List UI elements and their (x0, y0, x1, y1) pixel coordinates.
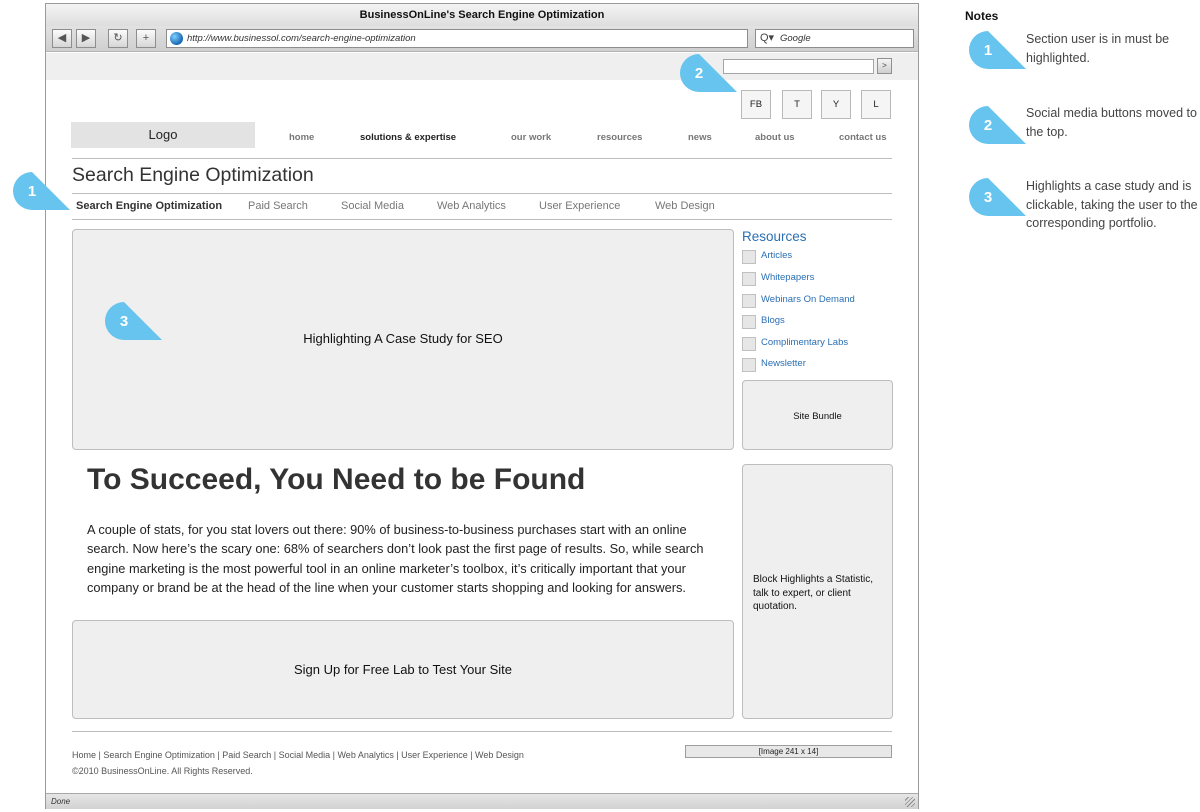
note-text-1: Section user is in must be highlighted. (1026, 32, 1170, 65)
svg-text:3: 3 (120, 313, 128, 330)
globe-icon (170, 32, 183, 45)
back-button[interactable]: ◀ (52, 29, 72, 48)
callout-shape-icon: 1 (969, 31, 1026, 69)
forward-button[interactable]: ▶ (76, 29, 96, 48)
subnav-web-design[interactable]: Web Design (655, 200, 715, 212)
callout-badge-3: 3 (104, 301, 164, 341)
site-bundle-block[interactable]: Site Bundle (742, 380, 893, 450)
subnav-web-analytics[interactable]: Web Analytics (437, 200, 506, 212)
browser-window: BusinessOnLine's Search Engine Optimizat… (45, 3, 919, 809)
resource-link-whitepapers[interactable]: Whitepapers (761, 272, 814, 283)
reload-button[interactable]: ↻ (108, 29, 128, 48)
resource-checkbox[interactable] (742, 358, 756, 372)
divider (72, 731, 892, 732)
headline: To Succeed, You Need to be Found (87, 463, 586, 496)
note-badge-1: 1 (968, 30, 1028, 70)
page-title: Search Engine Optimization (72, 164, 314, 186)
social-linkedin-button[interactable]: L (861, 90, 891, 119)
signup-block[interactable]: Sign Up for Free Lab to Test Your Site (72, 620, 734, 719)
subnav-user-experience[interactable]: User Experience (539, 200, 620, 212)
resource-checkbox[interactable] (742, 294, 756, 308)
nav-our-work[interactable]: our work (511, 132, 551, 143)
subnav-seo[interactable]: Search Engine Optimization (76, 200, 222, 212)
address-bar[interactable]: http://www.businessol.com/search-engine-… (166, 29, 748, 48)
subnav-social-media[interactable]: Social Media (341, 200, 404, 212)
resource-link-articles[interactable]: Articles (761, 250, 792, 261)
callout-shape-icon: 3 (105, 302, 162, 340)
browser-search-placeholder: Google (780, 33, 811, 44)
divider (72, 158, 892, 159)
svg-text:2: 2 (984, 117, 992, 134)
site-search-go-button[interactable]: > (877, 58, 892, 74)
svg-text:1: 1 (28, 183, 36, 200)
highlight-block-text: Block Highlights a Statistic, talk to ex… (753, 574, 874, 612)
note-badge-3: 3 (968, 177, 1028, 217)
resource-link-labs[interactable]: Complimentary Labs (761, 337, 848, 348)
resource-checkbox[interactable] (742, 337, 756, 351)
new-tab-button[interactable]: + (136, 29, 156, 48)
divider (72, 193, 892, 194)
status-text: Done (51, 797, 71, 806)
notes-title: Notes (965, 9, 999, 23)
callout-shape-icon: 3 (969, 178, 1026, 216)
search-icon: Q▾ (760, 32, 775, 44)
svg-text:2: 2 (695, 65, 703, 82)
subnav-paid-search[interactable]: Paid Search (248, 200, 308, 212)
signup-label: Sign Up for Free Lab to Test Your Site (293, 662, 512, 677)
web-page: > FB T Y L Logo home solutions & experti… (46, 53, 918, 793)
callout-badge-1: 1 (12, 171, 72, 211)
svg-text:3: 3 (984, 189, 992, 206)
social-twitter-button[interactable]: T (782, 90, 812, 119)
case-study-block[interactable]: Highlighting A Case Study for SEO (72, 229, 734, 450)
resource-checkbox[interactable] (742, 250, 756, 264)
nav-resources[interactable]: resources (597, 132, 642, 143)
note-text-3: Highlights a case study and is clickable… (1026, 179, 1198, 230)
window-title: BusinessOnLine's Search Engine Optimizat… (46, 4, 918, 26)
callout-badge-2: 2 (679, 53, 739, 93)
divider (72, 219, 892, 220)
resources-title: Resources (742, 229, 807, 244)
nav-contact-us[interactable]: contact us (839, 132, 887, 143)
svg-text:1: 1 (984, 42, 992, 59)
status-bar: Done (46, 793, 918, 809)
resource-checkbox[interactable] (742, 272, 756, 286)
callout-shape-icon: 2 (969, 106, 1026, 144)
resize-grip-icon[interactable] (905, 797, 915, 807)
nav-about-us[interactable]: about us (755, 132, 795, 143)
address-text: http://www.businessol.com/search-engine-… (187, 33, 416, 44)
social-youtube-button[interactable]: Y (821, 90, 851, 119)
site-bundle-label: Site Bundle (793, 411, 842, 422)
site-search-input[interactable] (723, 59, 874, 74)
nav-news[interactable]: news (688, 132, 712, 143)
callout-shape-icon: 1 (13, 172, 70, 210)
nav-solutions[interactable]: solutions & expertise (360, 132, 456, 143)
footer-image-placeholder: [Image 241 x 14] (685, 745, 892, 758)
highlight-block: Block Highlights a Statistic, talk to ex… (742, 464, 893, 719)
logo[interactable]: Logo (71, 122, 255, 148)
resource-checkbox[interactable] (742, 315, 756, 329)
browser-search-input[interactable]: Q▾ Google (755, 29, 914, 48)
footer-links[interactable]: Home | Search Engine Optimization | Paid… (72, 750, 524, 760)
note-text-2: Social media buttons moved to the top. (1026, 106, 1197, 139)
social-facebook-button[interactable]: FB (741, 90, 771, 119)
nav-home[interactable]: home (289, 132, 314, 143)
copyright: ©2010 BusinessOnLine. All Rights Reserve… (72, 766, 253, 776)
browser-toolbar: ◀ ▶ ↻ + http://www.businessol.com/search… (46, 26, 918, 52)
callout-shape-icon: 2 (680, 54, 737, 92)
body-text: A couple of stats, for you stat lovers o… (87, 522, 704, 595)
resource-link-webinars[interactable]: Webinars On Demand (761, 294, 855, 305)
resource-link-blogs[interactable]: Blogs (761, 315, 785, 326)
case-study-label: Highlighting A Case Study for SEO (303, 331, 503, 346)
note-badge-2: 2 (968, 105, 1028, 145)
resource-link-newsletter[interactable]: Newsletter (761, 358, 806, 369)
